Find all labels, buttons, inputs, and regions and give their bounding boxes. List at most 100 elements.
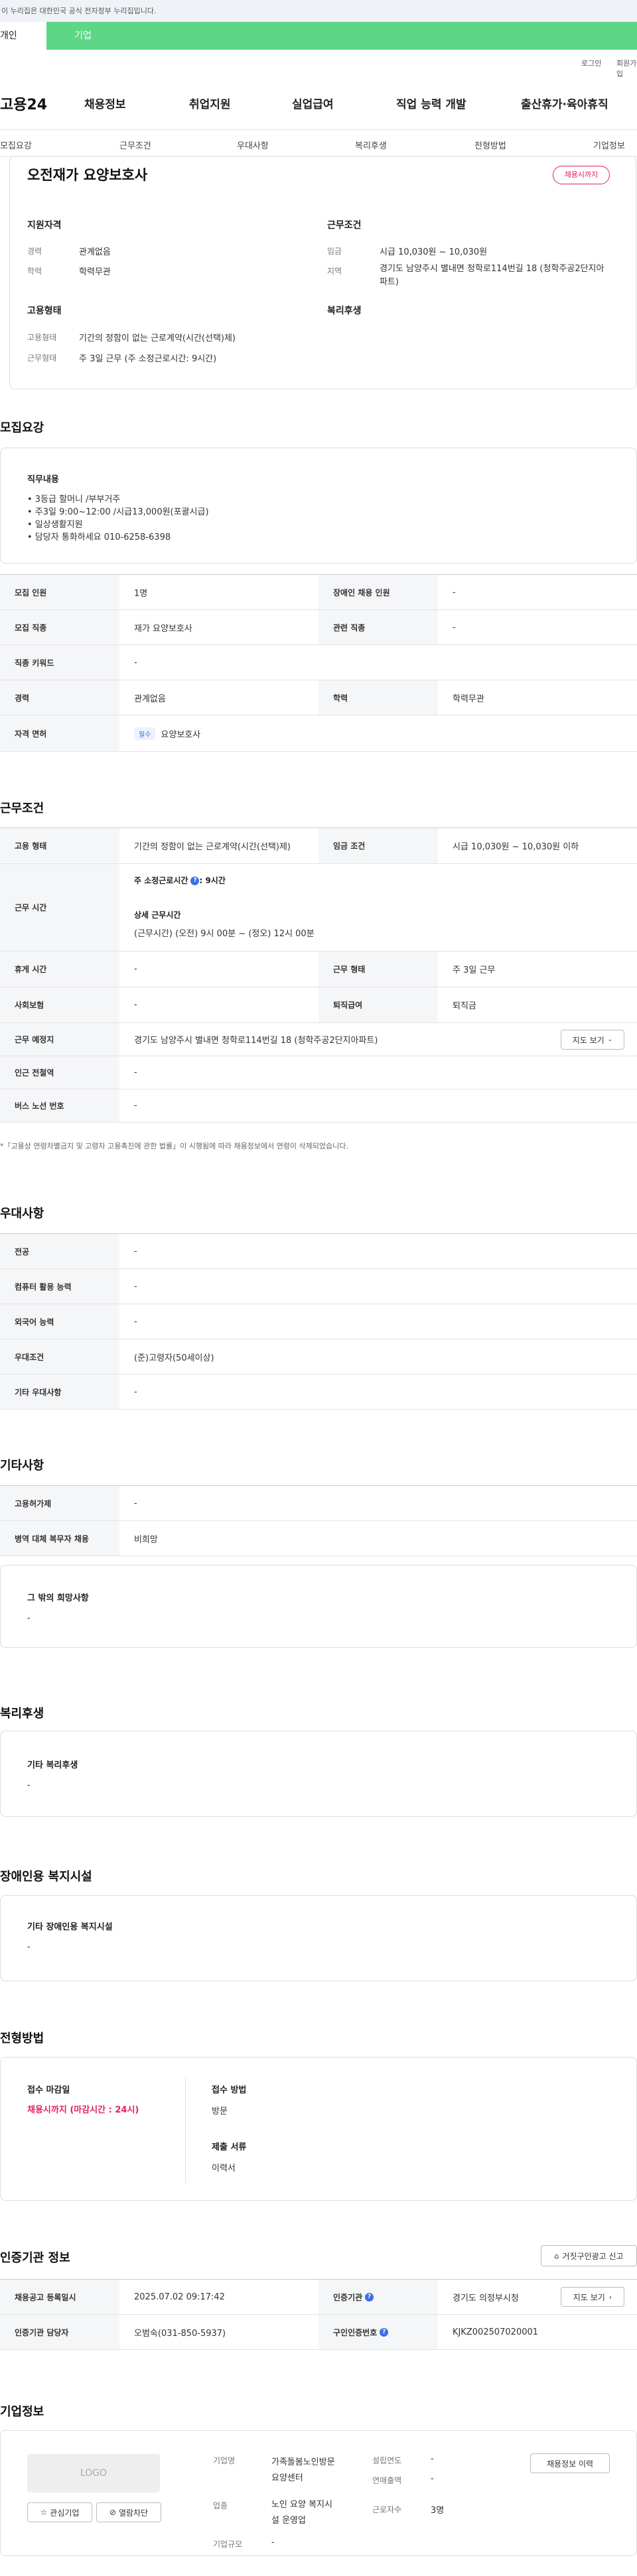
gnb-employment-support[interactable]: 취업지원 bbox=[189, 95, 231, 111]
join-link[interactable]: 회원가입 bbox=[616, 58, 637, 79]
worktype-label: 근무형태 bbox=[27, 353, 57, 363]
deadline-heading: 접수 마감일 bbox=[27, 2085, 70, 2095]
info-icon[interactable]: ? bbox=[365, 2292, 374, 2301]
subnav-work[interactable]: 근무조건 bbox=[119, 139, 151, 151]
related-value: - bbox=[453, 622, 456, 633]
emp-label: 고용 형태 bbox=[0, 828, 119, 863]
gnb-unemployment[interactable]: 실업급여 bbox=[292, 95, 334, 111]
info-icon[interactable]: ? bbox=[380, 2327, 389, 2337]
reg-date-value: 2025.07.02 09:17:42 bbox=[134, 2292, 225, 2302]
table-row: 휴게 시간 - 근무 형태 주 3일 근무 bbox=[0, 951, 637, 987]
rest-value: - bbox=[134, 964, 137, 974]
duty-list: • 3등급 할머니 /부부거주 • 주3일 9:00~12:00 /시급13,0… bbox=[27, 493, 209, 544]
subnav-recruit[interactable]: 모집요강 bbox=[0, 139, 32, 151]
tab-personal[interactable]: 개인 bbox=[0, 22, 46, 50]
table-row: 고용허가제 - bbox=[0, 1486, 637, 1521]
info-icon[interactable]: ? bbox=[190, 877, 200, 885]
insurance-value: - bbox=[134, 1000, 137, 1010]
edu-label: 학력 bbox=[27, 267, 42, 276]
table-row: 버스 노선 번호 - bbox=[0, 1089, 637, 1123]
tab-business[interactable]: 기업 bbox=[46, 22, 119, 50]
duty-item: • 3등급 할머니 /부부거주 bbox=[27, 495, 121, 505]
site-logo[interactable]: 고용24 bbox=[0, 93, 47, 114]
agency-label: 인증기관 bbox=[333, 2292, 363, 2302]
job-value: 재가 요양보호사 bbox=[134, 623, 192, 634]
weekly-hours: 주 소정근로시간?: 9시간 bbox=[134, 875, 226, 886]
wage-label: 임금 bbox=[327, 247, 342, 256]
year-label: 설립연도 bbox=[372, 2456, 402, 2465]
edu-value: 학력무관 bbox=[79, 267, 111, 277]
subnav-pref[interactable]: 우대사항 bbox=[237, 139, 269, 151]
gnb-jobs[interactable]: 채용정보 bbox=[84, 95, 126, 111]
lang-value: - bbox=[134, 1316, 137, 1327]
manager-value: 오범숙(031-850-5937) bbox=[134, 2328, 226, 2339]
time-label: 근무 시간 bbox=[0, 864, 119, 951]
agency-label-cell: 인증기관? bbox=[318, 2280, 438, 2314]
worktype-value: 주 3일 근무 (주 소정근로시간: 9시간) bbox=[79, 354, 217, 364]
wish-value: - bbox=[27, 1613, 31, 1623]
block-icon: ⊘ bbox=[109, 2508, 116, 2517]
weekly-hours-value: : 9시간 bbox=[199, 876, 226, 885]
deadline-value: 채용시까지 (마감시간 : 24시) bbox=[27, 2105, 139, 2115]
subnav-company[interactable]: 기업정보 bbox=[593, 139, 625, 151]
block-company-button[interactable]: ⊘ 열람차단 bbox=[96, 2502, 161, 2522]
size-value: - bbox=[271, 2538, 275, 2547]
gnb-training[interactable]: 직업 능력 개발 bbox=[396, 95, 466, 111]
favorite-company-button[interactable]: ☆ 관심기업 bbox=[27, 2502, 92, 2522]
form-value: 주 3일 근무 bbox=[453, 965, 496, 975]
chevron-down-icon: ⌄ bbox=[607, 1036, 613, 1043]
login-link[interactable]: 로그인 bbox=[581, 58, 601, 68]
work-heading: 근무조건 bbox=[0, 802, 44, 816]
duty-item: • 일상생활지원 bbox=[27, 520, 83, 530]
welfare-heading: 복리후생 bbox=[0, 1707, 44, 1721]
edu-label: 학력 bbox=[318, 680, 438, 715]
edu-value: 학력무관 bbox=[453, 694, 484, 704]
keyword-label: 직종 키워드 bbox=[0, 645, 119, 680]
company-name-value: 가족돌봄노인방문 요양센터 bbox=[271, 2455, 335, 2486]
facility-heading: 장애인용 복지시설 bbox=[0, 1870, 92, 1884]
emptype-value: 기간의 정함이 없는 근로계약(시간(선택)제) bbox=[79, 334, 236, 343]
table-row: 모집 직종 재가 요양보호사 관련 직종 - bbox=[0, 610, 637, 645]
license-label: 자격 면허 bbox=[0, 715, 119, 751]
table-row: 전공 - bbox=[0, 1234, 637, 1269]
pc-value: - bbox=[134, 1281, 137, 1292]
subway-value: - bbox=[134, 1068, 137, 1077]
count-label: 모집 인원 bbox=[0, 575, 119, 609]
detail-time-heading: 상세 근무시간 bbox=[134, 910, 181, 920]
emp-heading: 고용형태 bbox=[27, 306, 62, 316]
bus-label: 버스 노선 번호 bbox=[0, 1089, 119, 1122]
table-row: 모집 인원 1명 장애인 채용 인원 - bbox=[0, 575, 637, 610]
major-value: - bbox=[134, 1246, 137, 1257]
industry-line: 노인 요양 복지시 bbox=[271, 2500, 332, 2510]
docs-heading: 제출 서류 bbox=[212, 2142, 247, 2152]
wage-label: 임금 조건 bbox=[318, 828, 438, 863]
industry-value: 노인 요양 복지시 설 운영업 bbox=[271, 2497, 332, 2529]
hire-permit-label: 고용허가제 bbox=[0, 1486, 119, 1520]
duty-card: 직무내용 • 3등급 할머니 /부부거주 • 주3일 9:00~12:00 /시… bbox=[0, 448, 637, 564]
star-icon: ☆ bbox=[40, 2508, 48, 2517]
pref-etc-label: 기타 우대사항 bbox=[0, 1375, 119, 1409]
retire-label: 퇴직급여 bbox=[318, 987, 438, 1022]
rest-label: 휴게 시간 bbox=[0, 951, 119, 987]
agency-map-button[interactable]: 지도 보기 › bbox=[561, 2287, 624, 2307]
facility-card: 기타 장애인용 복지시설 - bbox=[0, 1895, 637, 1981]
table-row: 우대조건 (준)고령자(50세이상) bbox=[0, 1339, 637, 1375]
subnav-process[interactable]: 전형방법 bbox=[474, 139, 506, 151]
hiring-history-button[interactable]: 채용정보 이력 bbox=[530, 2453, 610, 2473]
bus-value: - bbox=[134, 1101, 137, 1111]
gnb-leave[interactable]: 출산휴가·육아휴직 bbox=[521, 95, 608, 111]
job-label: 모집 직종 bbox=[0, 610, 119, 644]
house-icon: ⌂ bbox=[554, 2251, 559, 2260]
recruit-table: 모집 인원 1명 장애인 채용 인원 - 모집 직종 재가 요양보호사 관련 직… bbox=[0, 574, 637, 752]
career-value: 관계없음 bbox=[79, 247, 111, 257]
docs-value: 이력서 bbox=[212, 2164, 236, 2174]
size-label: 기업규모 bbox=[213, 2540, 243, 2549]
pc-label: 컴퓨터 활용 능력 bbox=[0, 1269, 119, 1304]
age-note: *「고용상 연령차별금지 및 고령자 고용촉진에 관한 법률」이 시행됨에 따라… bbox=[0, 1142, 348, 1150]
report-fake-ad-button[interactable]: ⌂ 거짓구인광고 신고 bbox=[541, 2245, 637, 2266]
section-nav: 모집요강 근무조건 우대사항 복리후생 전형방법 기업정보 bbox=[0, 129, 637, 157]
place-label: 근무 예정지 bbox=[0, 1023, 119, 1056]
gov-banner: 이 누리집은 대한민국 공식 전자정부 누리집입니다. bbox=[0, 0, 637, 22]
subnav-welfare[interactable]: 복리후생 bbox=[355, 139, 387, 151]
map-view-button[interactable]: 지도 보기 ⌄ bbox=[561, 1030, 624, 1050]
